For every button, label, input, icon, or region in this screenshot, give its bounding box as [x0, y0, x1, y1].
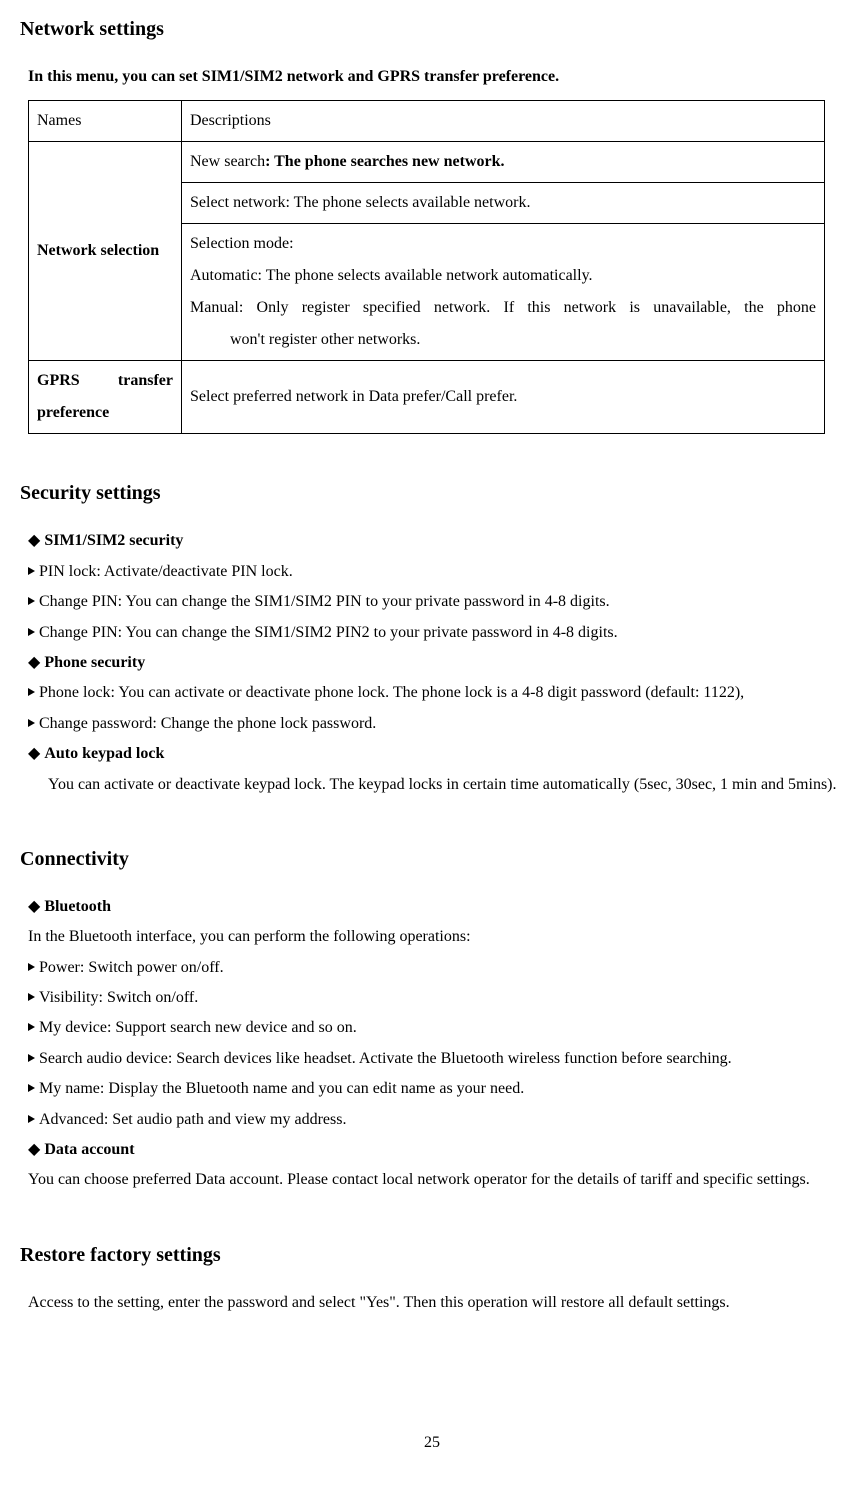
td-network-selection: Network selection: [29, 142, 182, 361]
td-new-search: New search: The phone searches new netwo…: [182, 142, 825, 183]
selection-mode-line1: Selection mode:: [190, 228, 816, 260]
arrow-item: Power: Switch power on/off.: [20, 953, 844, 983]
td-gprs-name: GPRS transfer preference: [29, 361, 182, 434]
auto-keypad-para: You can activate or deactivate keypad lo…: [20, 770, 844, 800]
arrow-item: PIN lock: Activate/deactivate PIN lock.: [20, 557, 844, 587]
table-row: Network selection New search: The phone …: [29, 142, 825, 183]
arrow-item: Visibility: Switch on/off.: [20, 983, 844, 1013]
diamond-data-account: Data account: [20, 1135, 844, 1165]
arrow-item: My name: Display the Bluetooth name and …: [20, 1074, 844, 1104]
selection-mode-line4: won't register other networks.: [190, 324, 816, 356]
selection-mode-line2: Automatic: The phone selects available n…: [190, 260, 816, 292]
restore-para: Access to the setting, enter the passwor…: [20, 1288, 844, 1318]
page-number: 25: [0, 1428, 864, 1458]
table-row: GPRS transfer preference Select preferre…: [29, 361, 825, 434]
arrow-item: Change PIN: You can change the SIM1/SIM2…: [20, 587, 844, 617]
bluetooth-intro: In the Bluetooth interface, you can perf…: [20, 922, 844, 952]
label-new-search: New search: [190, 153, 265, 170]
arrow-item: Change PIN: You can change the SIM1/SIM2…: [20, 618, 844, 648]
diamond-sim-security: SIM1/SIM2 security: [20, 526, 844, 556]
selection-mode-line3: Manual: Only register specified network.…: [190, 292, 816, 324]
td-gprs-desc: Select preferred network in Data prefer/…: [182, 361, 825, 434]
table-row: Names Descriptions: [29, 101, 825, 142]
diamond-phone-security: Phone security: [20, 648, 844, 678]
arrow-item: Phone lock: You can activate or deactiva…: [20, 678, 844, 708]
td-select-network: Select network: The phone selects availa…: [182, 183, 825, 224]
network-intro: In this menu, you can set SIM1/SIM2 netw…: [20, 62, 844, 92]
th-names: Names: [29, 101, 182, 142]
heading-connectivity: Connectivity: [20, 840, 844, 878]
data-account-para: You can choose preferred Data account. P…: [20, 1165, 844, 1195]
arrow-item: My device: Support search new device and…: [20, 1013, 844, 1043]
heading-network-settings: Network settings: [20, 10, 844, 48]
arrow-item: Search audio device: Search devices like…: [20, 1044, 844, 1074]
heading-restore-factory: Restore factory settings: [20, 1236, 844, 1274]
arrow-item: Advanced: Set audio path and view my add…: [20, 1105, 844, 1135]
colon-bold: : The phone searches new network.: [265, 153, 504, 170]
th-descriptions: Descriptions: [182, 101, 825, 142]
td-selection-mode: Selection mode: Automatic: The phone sel…: [182, 224, 825, 361]
arrow-item: Change password: Change the phone lock p…: [20, 709, 844, 739]
network-table: Names Descriptions Network selection New…: [28, 100, 825, 434]
heading-security-settings: Security settings: [20, 474, 844, 512]
diamond-bluetooth: Bluetooth: [20, 892, 844, 922]
diamond-auto-keypad: Auto keypad lock: [20, 739, 844, 769]
